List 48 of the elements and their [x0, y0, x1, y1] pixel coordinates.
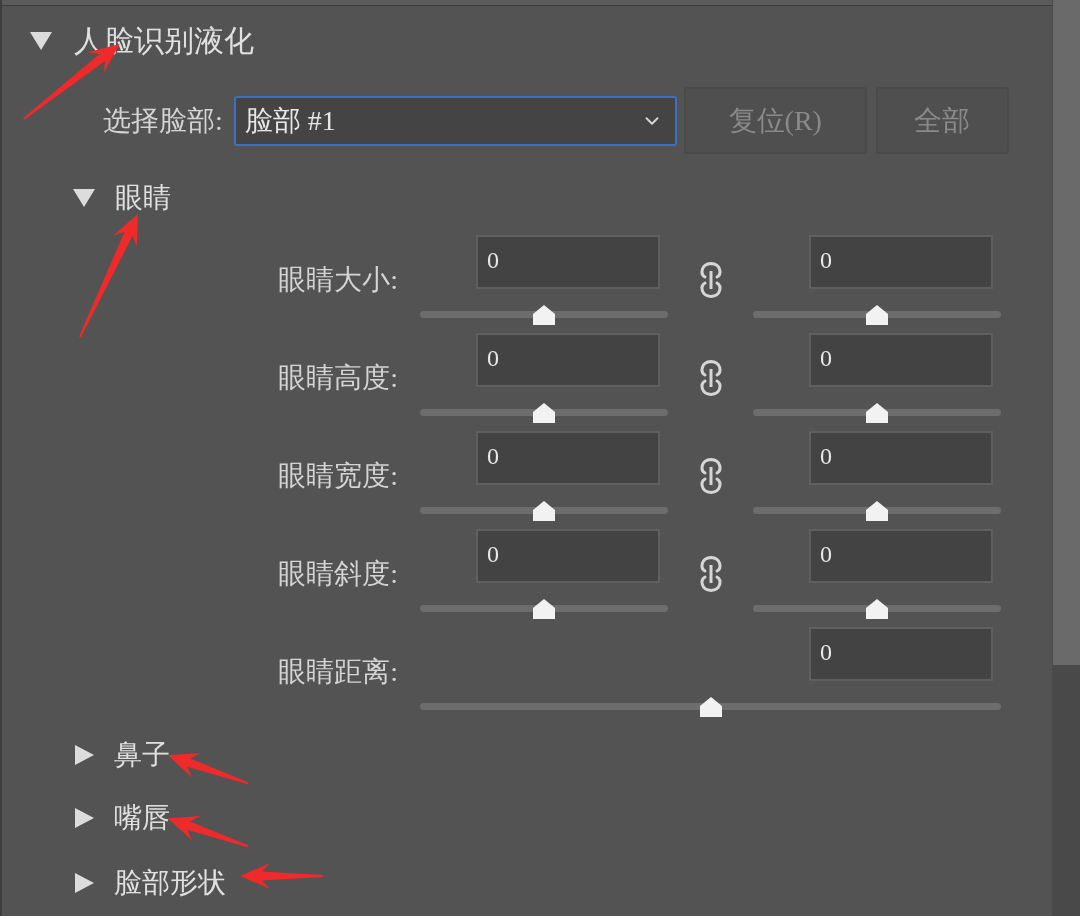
- slider-thumb[interactable]: [533, 305, 555, 325]
- triangle-down-icon[interactable]: [73, 189, 95, 207]
- slider-thumb[interactable]: [866, 501, 888, 521]
- slider-thumb[interactable]: [533, 403, 555, 423]
- slider-track[interactable]: [420, 403, 668, 423]
- section-header[interactable]: 嘴唇: [114, 798, 170, 838]
- number-field[interactable]: 0: [476, 235, 660, 289]
- slider-thumb[interactable]: [533, 599, 555, 619]
- slider-track[interactable]: [420, 599, 668, 619]
- triangle-down-icon[interactable]: [30, 32, 52, 50]
- slider-label: 眼睛斜度:: [278, 557, 398, 591]
- slider-track[interactable]: [753, 403, 1001, 423]
- slider-label: 眼睛大小:: [278, 263, 398, 297]
- slider-thumb[interactable]: [866, 403, 888, 423]
- chain-link-icon[interactable]: [698, 261, 723, 299]
- chain-link-icon[interactable]: [698, 359, 723, 397]
- slider-thumb[interactable]: [866, 305, 888, 325]
- scrollbar-thumb[interactable]: [1053, 0, 1080, 665]
- number-field[interactable]: 0: [809, 235, 993, 289]
- triangle-right-icon[interactable]: [75, 873, 94, 893]
- slider-thumb[interactable]: [866, 599, 888, 619]
- slider-track[interactable]: [753, 599, 1001, 619]
- section-header[interactable]: 眼睛: [115, 178, 171, 218]
- slider-track[interactable]: [753, 501, 1001, 521]
- chain-link-icon[interactable]: [698, 555, 723, 593]
- slider-thumb[interactable]: [699, 697, 722, 717]
- chain-link-icon[interactable]: [698, 457, 723, 495]
- slider-label: 眼睛高度:: [278, 361, 398, 395]
- number-field[interactable]: 0: [809, 529, 993, 583]
- slider-track[interactable]: [753, 305, 1001, 325]
- slider-track[interactable]: [420, 501, 668, 521]
- slider-track[interactable]: [420, 697, 1001, 717]
- number-field[interactable]: 0: [809, 431, 993, 485]
- number-field[interactable]: 0: [809, 627, 993, 681]
- section-header[interactable]: 鼻子: [114, 735, 170, 775]
- slider-thumb[interactable]: [533, 501, 555, 521]
- number-field[interactable]: 0: [809, 333, 993, 387]
- number-field[interactable]: 0: [476, 431, 660, 485]
- slider-label: 眼睛宽度:: [278, 459, 398, 493]
- face-select-label: 选择脸部:: [103, 103, 223, 138]
- number-field[interactable]: 0: [476, 333, 660, 387]
- triangle-right-icon[interactable]: [75, 808, 94, 828]
- section-header[interactable]: 脸部形状: [114, 863, 226, 903]
- number-field[interactable]: 0: [476, 529, 660, 583]
- slider-track[interactable]: [420, 305, 668, 325]
- slider-label: 眼睛距离:: [278, 655, 398, 689]
- face-select-dropdown[interactable]: 脸部 #1: [233, 95, 677, 146]
- triangle-right-icon[interactable]: [75, 745, 94, 765]
